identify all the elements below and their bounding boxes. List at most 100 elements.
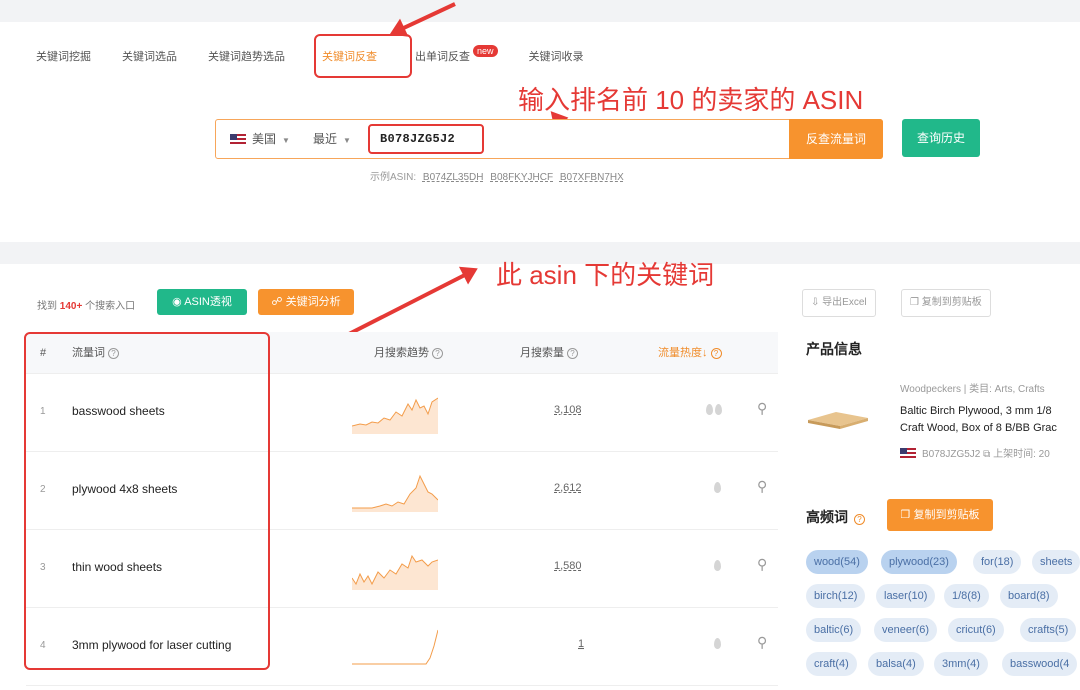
annotation-keywords-hint: 此 asin 下的关键词 (496, 260, 715, 290)
copy-icon: ❐ (900, 509, 914, 521)
query-history-button[interactable]: 查询历史 (902, 119, 980, 157)
eye-icon: ◉ (172, 296, 185, 308)
annotation-box-keywords (24, 332, 270, 670)
col-heat[interactable]: 流量热度↓? (658, 332, 722, 374)
country-select[interactable]: 美国 ▼ (230, 120, 290, 160)
help-icon[interactable]: ? (854, 514, 865, 525)
row-volume: 1,580 (554, 560, 582, 572)
found-count: 140+ (59, 301, 83, 312)
keyword-tag[interactable]: for(18) (973, 550, 1022, 574)
help-icon[interactable]: ? (432, 348, 443, 359)
keyword-analysis-button[interactable]: ☍ 关键词分析 (258, 289, 354, 315)
keyword-tag[interactable]: wood(54) (806, 550, 868, 574)
trend-sparkline (352, 629, 438, 665)
chart-icon: ☍ (271, 296, 286, 308)
tab-keyword-mining[interactable]: 关键词挖掘 (36, 43, 91, 71)
product-asin[interactable]: B078JZG5J2 (922, 449, 980, 460)
trend-sparkline (352, 397, 438, 434)
high-freq-label: 高频词 (806, 509, 848, 525)
tab-keyword-trend[interactable]: 关键词趋势选品 (208, 43, 285, 71)
drop-icon (714, 482, 721, 493)
chevron-down-icon: ▼ (343, 136, 351, 145)
keyword-tag[interactable]: 3mm(4) (934, 652, 988, 676)
annotation-input-hint: 输入排名前 10 的卖家的 ASIN (518, 85, 864, 115)
product-thumbnail (808, 412, 868, 429)
external-link-icon[interactable]: ⧉ (980, 449, 993, 460)
download-icon: ⇩ (811, 297, 823, 308)
drop-icon (715, 404, 722, 415)
keyword-tag[interactable]: basswood(4 (1002, 652, 1078, 676)
keyword-tag[interactable]: birch(12) (806, 584, 866, 608)
keyword-tag[interactable]: laser(10) (876, 584, 936, 608)
us-flag-icon (900, 448, 916, 458)
row-volume: 3,108 (554, 404, 582, 416)
export-excel-button[interactable]: ⇩ 导出Excel (802, 289, 876, 317)
keyword-tag[interactable]: cricut(6) (948, 618, 1004, 642)
drop-icon (714, 560, 721, 571)
us-flag-icon (230, 134, 246, 144)
search-icon[interactable]: ⚲ (757, 556, 767, 573)
asin-insight-label: ASIN透视 (184, 296, 232, 308)
heat-indicator (714, 636, 723, 654)
help-icon[interactable]: ? (567, 348, 578, 359)
search-icon[interactable]: ⚲ (757, 478, 767, 495)
col-volume-label: 月搜索量 (520, 347, 564, 359)
heat-indicator (706, 402, 724, 420)
high-freq-title: 高频词? (806, 507, 865, 527)
product-title-line1: Baltic Birch Plywood, 3 mm 1/8 (900, 405, 1052, 417)
annotation-box-tab (314, 34, 412, 78)
example-asin-link[interactable]: B07XFBN7HX (560, 172, 624, 183)
keyword-tag[interactable]: veneer(6) (874, 618, 938, 642)
tab-keyword-index[interactable]: 关键词收录 (529, 43, 584, 71)
col-trend: 月搜索趋势? (374, 332, 443, 374)
reverse-search-button[interactable]: 反查流量词 (789, 119, 883, 159)
copy-clipboard-button[interactable]: ❐ 复制到剪贴板 (901, 289, 991, 317)
heat-indicator (714, 558, 723, 576)
examples-label: 示例ASIN: (370, 172, 417, 183)
product-title[interactable]: Baltic Birch Plywood, 3 mm 1/8 Craft Woo… (900, 403, 1080, 437)
export-excel-label: 导出Excel (822, 297, 867, 308)
keyword-tag[interactable]: 1/8(8) (944, 584, 989, 608)
period-label: 最近 (313, 132, 338, 146)
copy-freq-button[interactable]: ❐ 复制到剪贴板 (887, 499, 993, 531)
found-count-text: 找到 140+ 个搜索入口 (37, 297, 135, 312)
top-divider (0, 0, 1080, 22)
trend-sparkline (352, 474, 438, 512)
search-bar: 美国 ▼ 最近 ▼ B078JZG5J2 反查流量词 (215, 119, 883, 159)
example-asin-link[interactable]: B074ZL35DH (423, 172, 484, 183)
tab-keyword-product[interactable]: 关键词选品 (122, 43, 177, 71)
keyword-analysis-label: 关键词分析 (285, 296, 341, 308)
keyword-tag[interactable]: baltic(6) (806, 618, 862, 642)
heat-indicator (714, 480, 723, 498)
drop-icon (714, 638, 721, 649)
col-volume[interactable]: 月搜索量? (520, 332, 578, 374)
product-title-line2: Craft Wood, Box of 8 B/BB Grac (900, 422, 1057, 434)
asin-insight-button[interactable]: ◉ ASIN透视 (157, 289, 247, 315)
row-volume: 1 (578, 638, 585, 650)
keyword-tag[interactable]: balsa(4) (868, 652, 924, 676)
example-asins: 示例ASIN: B074ZL35DH B08FKYJHCF B07XFBN7HX (370, 168, 624, 183)
product-brand-category: Woodpeckers | 类目: Arts, Crafts (900, 384, 1045, 395)
country-label: 美国 (252, 132, 277, 146)
help-icon[interactable]: ? (710, 348, 722, 359)
example-asin-link[interactable]: B08FKYJHCF (490, 172, 553, 183)
keyword-tag[interactable]: plywood(23) (881, 550, 957, 574)
keyword-tag[interactable]: craft(4) (806, 652, 857, 676)
copy-icon: ❐ (910, 297, 922, 308)
search-icon[interactable]: ⚲ (757, 634, 767, 651)
search-icon[interactable]: ⚲ (757, 400, 767, 417)
found-prefix: 找到 (37, 301, 57, 312)
product-info-title: 产品信息 (806, 341, 862, 357)
found-suffix: 个搜索入口 (85, 301, 136, 312)
tab-order-keyword-reverse[interactable]: 出单词反查 new (415, 43, 498, 71)
trend-sparkline (352, 554, 438, 590)
keyword-tag[interactable]: board(8) (1000, 584, 1058, 608)
copy-freq-label: 复制到剪贴板 (913, 509, 980, 521)
period-select[interactable]: 最近 ▼ (313, 120, 351, 160)
new-badge: new (473, 45, 498, 57)
keyword-tag[interactable]: sheets (1032, 550, 1080, 574)
keyword-tag[interactable]: crafts(5) (1020, 618, 1077, 642)
asin-input[interactable]: B078JZG5J2 (368, 124, 484, 154)
row-volume: 2,612 (554, 482, 582, 494)
tab-order-keyword-reverse-label: 出单词反查 (415, 51, 470, 63)
